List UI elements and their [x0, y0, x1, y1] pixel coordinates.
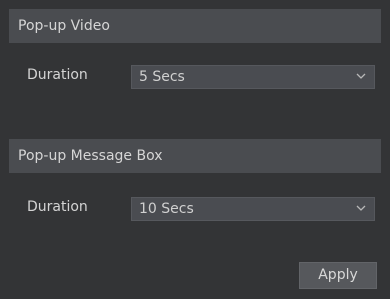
popup-message-box-header: Pop-up Message Box [9, 139, 381, 173]
chevron-down-icon [356, 73, 366, 79]
popup-video-duration-select[interactable]: 5 Secs [131, 65, 375, 89]
popup-message-box-title: Pop-up Message Box [18, 148, 163, 164]
popup-settings-panel: Pop-up Video Duration 5 Secs Pop-up Mess… [0, 0, 390, 299]
popup-video-duration-value: 5 Secs [139, 69, 185, 85]
chevron-down-icon [356, 205, 366, 211]
popup-video-header: Pop-up Video [9, 9, 381, 43]
popup-message-box-duration-value: 10 Secs [139, 201, 194, 217]
popup-video-duration-label: Duration [27, 67, 88, 83]
popup-message-box-duration-label: Duration [27, 199, 88, 215]
popup-message-box-duration-select[interactable]: 10 Secs [131, 197, 375, 221]
popup-video-title: Pop-up Video [18, 18, 110, 34]
apply-button[interactable]: Apply [299, 262, 377, 289]
